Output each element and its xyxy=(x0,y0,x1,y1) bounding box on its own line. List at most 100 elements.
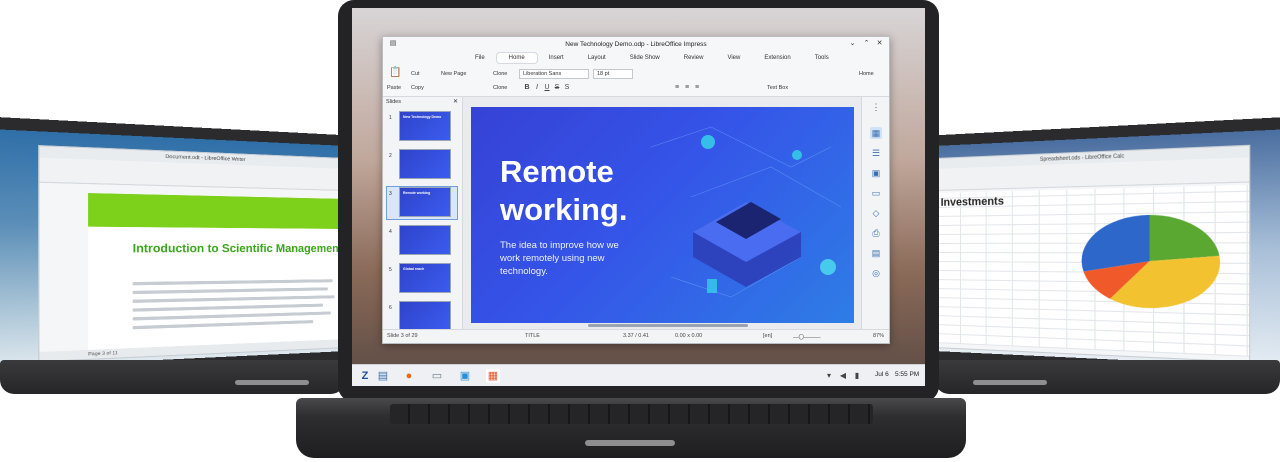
thumb-number: 2 xyxy=(389,153,392,159)
align-right-icon[interactable]: ≡ xyxy=(693,84,701,92)
slide-thumbnail[interactable]: 4 xyxy=(387,225,457,257)
align-left-icon[interactable]: ≡ xyxy=(673,84,681,92)
thumb-number: 3 xyxy=(389,191,392,197)
right-laptop-base xyxy=(935,360,1280,394)
underline-icon[interactable]: U xyxy=(543,84,551,92)
slide-thumbnail-selected[interactable]: 3 Remote working xyxy=(387,187,457,219)
battery-icon[interactable]: ▮ xyxy=(850,369,864,383)
zoom-slider[interactable]: —〇——— xyxy=(793,333,821,341)
software-store-icon[interactable]: ▣ xyxy=(458,369,472,383)
thumb-text: New Technology Demo xyxy=(403,115,441,119)
taskbar-date[interactable]: Jul 6 xyxy=(875,371,889,378)
styles-icon[interactable]: ☰ xyxy=(870,147,882,159)
tab-slide-show[interactable]: Slide Show xyxy=(618,53,672,63)
layout-name: TITLE xyxy=(525,333,540,339)
more-options-icon[interactable]: ⋮ xyxy=(870,101,882,113)
slide-transition-icon[interactable]: ▭ xyxy=(870,187,882,199)
slide-body-text[interactable]: The idea to improve how we work remotely… xyxy=(500,239,640,278)
left-laptop-base xyxy=(0,360,345,394)
writer-heading: Introduction to Scientific Management xyxy=(133,242,343,255)
shadow-icon[interactable]: S xyxy=(563,84,571,92)
impress-window: ▤ New Technology Demo.odp - LibreOffice … xyxy=(382,36,890,344)
new-page-button[interactable]: New Page xyxy=(441,71,466,77)
volume-icon[interactable]: ◀ xyxy=(836,369,850,383)
object-size: 0.00 x 0.00 xyxy=(675,333,702,339)
font-size-field[interactable]: 18 pt xyxy=(593,69,633,79)
strikethrough-icon[interactable]: S xyxy=(553,84,561,92)
compass-icon[interactable]: ◎ xyxy=(870,267,882,279)
close-pane-icon[interactable]: ✕ xyxy=(453,98,458,105)
promo-stage: Document.odt - LibreOffice Writer Introd… xyxy=(0,0,1280,462)
properties-icon[interactable]: ▦ xyxy=(870,127,882,139)
gallery-icon[interactable]: ▣ xyxy=(870,167,882,179)
tab-layout[interactable]: Layout xyxy=(576,53,618,63)
writer-header-band xyxy=(88,193,347,229)
minimize-icon[interactable]: ⌄ xyxy=(848,39,857,48)
taskbar: Z ▤ ● ▭ ▣ ▦ ▾ ◀ ▮ Jul 6 5:55 PM xyxy=(352,364,925,386)
calc-window: Spreadsheet.ods - LibreOffice Calc Inves… xyxy=(934,145,1250,363)
thumb-number: 5 xyxy=(389,267,392,273)
file-manager-icon[interactable]: ▭ xyxy=(430,369,444,383)
align-center-icon[interactable]: ≡ xyxy=(683,84,691,92)
start-menu-icon[interactable]: Z xyxy=(358,369,372,383)
slide-thumbnail[interactable]: 1 New Technology Demo xyxy=(387,111,457,143)
taskbar-time[interactable]: 5:55 PM xyxy=(895,371,919,378)
current-slide[interactable]: Remote working. The idea to improve how … xyxy=(471,107,854,323)
italic-icon[interactable]: I xyxy=(533,84,541,92)
left-laptop-screen: Document.odt - LibreOffice Writer Introd… xyxy=(0,129,347,368)
tab-review[interactable]: Review xyxy=(672,53,716,63)
slide-thumbnail[interactable]: 2 xyxy=(387,149,457,181)
thumb-text: Remote working xyxy=(403,191,430,195)
center-laptop-notch xyxy=(585,440,675,446)
right-sidebar: ⋮ ▦ ☰ ▣ ▭ ◇ ⎙ ▤ ◎ xyxy=(861,97,889,329)
impress-taskbar-icon[interactable]: ▦ xyxy=(486,369,500,383)
slide-pane-header: Slides ✕ xyxy=(383,97,462,107)
impress-titlebar: ▤ New Technology Demo.odp - LibreOffice … xyxy=(383,37,889,51)
calc-pie-chart xyxy=(1077,210,1227,312)
cursor-position: 3.37 / 0.41 xyxy=(623,333,649,339)
calc-grid: Investments xyxy=(935,185,1250,357)
tab-extension[interactable]: Extension xyxy=(752,53,802,63)
writer-window: Document.odt - LibreOffice Writer Introd… xyxy=(38,145,347,362)
files-icon[interactable]: ▤ xyxy=(376,369,390,383)
app-icon: ▤ xyxy=(389,40,397,48)
ribbon-tabs: File Home Insert Layout Slide Show Revie… xyxy=(383,51,889,65)
slide-thumbnail[interactable]: 5 Global reach xyxy=(387,263,457,295)
master-slides-icon[interactable]: ⎙ xyxy=(870,227,882,239)
home-dropdown[interactable]: Home xyxy=(859,71,874,77)
zoom-level[interactable]: 87% xyxy=(873,333,884,339)
right-laptop-notch xyxy=(973,380,1047,385)
slide-title[interactable]: Remote working. xyxy=(500,153,680,229)
tab-insert[interactable]: Insert xyxy=(537,53,576,63)
ribbon: 📋 Paste Cut Copy New Page Clone Clone Li… xyxy=(383,65,889,97)
navigator-icon[interactable]: ▤ xyxy=(870,247,882,259)
paste-button[interactable]: Paste xyxy=(387,85,401,91)
animation-icon[interactable]: ◇ xyxy=(870,207,882,219)
text-box-button[interactable]: Text Box xyxy=(767,85,788,91)
slide-canvas[interactable]: Remote working. The idea to improve how … xyxy=(463,97,863,329)
bold-icon[interactable]: B xyxy=(523,84,531,92)
tab-file[interactable]: File xyxy=(463,53,497,63)
slide-pane-title: Slides xyxy=(386,99,401,105)
right-laptop-screen: Spreadsheet.ods - LibreOffice Calc Inves… xyxy=(934,129,1280,368)
copy-button[interactable]: Copy xyxy=(411,85,424,91)
thumb-text: Global reach xyxy=(403,267,424,271)
cut-button[interactable]: Cut xyxy=(411,71,420,77)
tab-view[interactable]: View xyxy=(715,53,752,63)
maximize-icon[interactable]: ⌃ xyxy=(862,39,871,48)
firefox-icon[interactable]: ● xyxy=(402,369,416,383)
network-icon[interactable]: ▾ xyxy=(822,369,836,383)
tab-home[interactable]: Home xyxy=(497,53,537,63)
close-icon[interactable]: ✕ xyxy=(875,39,884,48)
pie-slice xyxy=(1150,214,1220,262)
thumb-number: 4 xyxy=(389,229,392,235)
horizontal-scrollbar[interactable] xyxy=(588,324,748,327)
paste-icon[interactable]: 📋 xyxy=(389,69,401,81)
keyboard xyxy=(390,404,873,424)
clone-formatting-button[interactable]: Clone xyxy=(493,85,507,91)
window-title: New Technology Demo.odp - LibreOffice Im… xyxy=(565,41,706,48)
language[interactable]: [en] xyxy=(763,333,772,339)
font-name-field[interactable]: Liberation Sans xyxy=(519,69,589,79)
tab-tools[interactable]: Tools xyxy=(803,53,841,63)
clone-button[interactable]: Clone xyxy=(493,71,507,77)
